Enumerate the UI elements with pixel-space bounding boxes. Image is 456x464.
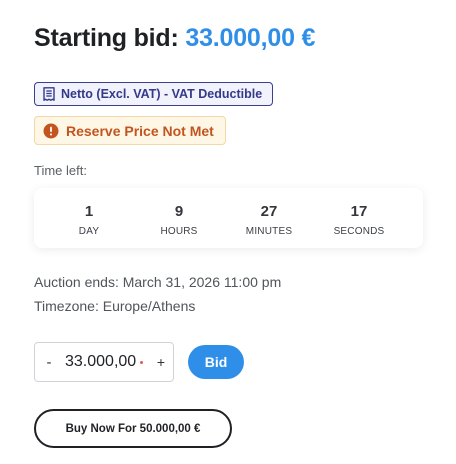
- increase-bid-button[interactable]: +: [149, 354, 173, 370]
- countdown-unit: MINUTES: [245, 226, 293, 237]
- starting-bid-heading: Starting bid: 33.000,00 €: [34, 24, 315, 53]
- countdown-minutes: 27 MINUTES: [224, 188, 314, 248]
- countdown-timer: 1 DAY 9 HOURS 27 MINUTES 17 SECONDS: [34, 188, 423, 248]
- alert-circle-icon: [43, 123, 59, 139]
- starting-bid-label: Starting bid:: [34, 24, 179, 52]
- reserve-price-text: Reserve Price Not Met: [66, 122, 214, 139]
- input-indicator-dot: [140, 360, 143, 364]
- countdown-unit: HOURS: [160, 226, 198, 237]
- countdown-value: 1: [84, 203, 94, 220]
- time-left-label: Time left:: [34, 163, 87, 178]
- bid-button[interactable]: Bid: [188, 345, 244, 379]
- receipt-icon: [43, 87, 55, 101]
- countdown-hours: 9 HOURS: [134, 188, 224, 248]
- buy-now-button[interactable]: Buy Now For 50.000,00 €: [34, 409, 232, 448]
- vat-badge: Netto (Excl. VAT) - VAT Deductible: [34, 82, 274, 106]
- countdown-days: 1 DAY: [44, 188, 134, 248]
- auction-timezone: Timezone: Europe/Athens: [34, 298, 196, 314]
- vat-badge-text: Netto (Excl. VAT) - VAT Deductible: [61, 87, 263, 101]
- bid-amount-input[interactable]: 33.000,00: [63, 353, 140, 371]
- auction-end-time: Auction ends: March 31, 2026 11:00 pm: [34, 274, 282, 290]
- reserve-price-badge: Reserve Price Not Met: [34, 116, 226, 145]
- starting-bid-price: 33.000,00 €: [185, 24, 316, 52]
- countdown-unit: SECONDS: [333, 226, 385, 237]
- countdown-seconds: 17 SECONDS: [314, 188, 404, 248]
- countdown-value: 17: [350, 203, 368, 220]
- decrease-bid-button[interactable]: -: [35, 354, 63, 371]
- countdown-value: 9: [174, 203, 184, 220]
- bid-amount-stepper: - 33.000,00 +: [34, 342, 174, 382]
- countdown-unit: DAY: [78, 226, 100, 237]
- countdown-value: 27: [260, 203, 278, 220]
